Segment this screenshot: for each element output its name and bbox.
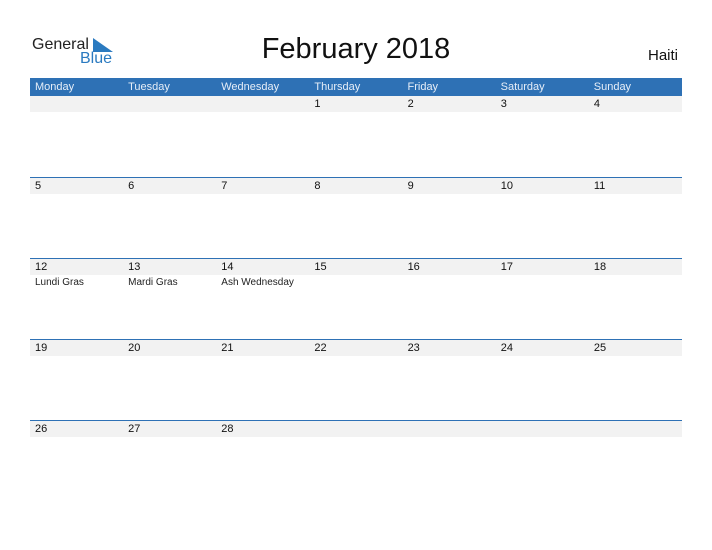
day-number: 21 [221,342,234,354]
day-number: 1 [314,98,321,110]
day-number: 26 [35,423,48,435]
calendar-week-row: 5 6 7 8 9 10 11 [30,177,682,259]
day-cell [589,421,682,502]
weekday-thursday: Thursday [314,81,361,93]
day-cell: 28 [216,421,309,502]
day-number: 13 [128,261,141,273]
day-number: 25 [593,342,607,354]
day-cell: 2 [403,96,496,177]
day-number: 28 [221,423,234,435]
day-number: 3 [500,98,507,110]
day-cell: 11 [589,178,682,259]
day-cell: 13 Mardi Gras [123,259,216,340]
day-cell: 7 [216,178,309,259]
day-number: 6 [128,180,135,192]
day-number: 19 [35,342,48,354]
weekday-sunday: Sunday [593,81,632,93]
day-number: 18 [593,261,607,273]
day-cell: 27 [123,421,216,502]
day-cell: 25 [589,340,682,421]
day-number: 22 [314,342,327,354]
day-cell: 9 [403,178,496,259]
day-number: 24 [500,342,513,354]
day-cell: 4 [589,96,682,177]
day-cell: 15 [309,259,402,340]
calendar-week-row: 19 20 21 22 23 24 25 [30,339,682,421]
weekday-header: Monday Tuesday Wednesday Thursday Friday… [30,78,682,96]
day-number: 8 [314,180,321,192]
day-number: 27 [128,423,141,435]
calendar-week-row: 26 27 28 [30,420,682,502]
holiday-event: Mardi Gras [128,277,178,288]
day-number: 9 [407,180,414,192]
day-number: 10 [500,180,513,192]
day-number: 11 [593,180,606,192]
day-number: 4 [593,98,600,110]
day-number: 16 [407,261,420,273]
weekday-wednesday: Wednesday [221,81,280,93]
day-cell [216,96,309,177]
day-cell: 3 [496,96,589,177]
day-cell [403,421,496,502]
weekday-friday: Friday [407,81,439,93]
day-number: 15 [314,261,327,273]
country-label: Haiti [647,47,678,64]
day-cell: 5 [30,178,123,259]
day-cell: 18 [589,259,682,340]
day-number: 12 [35,261,48,273]
day-number: 2 [407,98,414,110]
day-number: 5 [35,180,42,192]
day-cell: 16 [403,259,496,340]
weekday-saturday: Saturday [500,81,545,93]
holiday-event: Lundi Gras [35,277,84,288]
day-cell: 6 [123,178,216,259]
day-cell: 8 [309,178,402,259]
holiday-event: Ash Wednesday [221,277,294,288]
page-title: February 2018 [261,33,451,65]
day-cell: 20 [123,340,216,421]
weekday-monday: Monday [35,81,75,93]
day-cell: 10 [496,178,589,259]
calendar-week-row: 1 2 3 4 [30,96,682,177]
day-cell [496,421,589,502]
weekday-tuesday: Tuesday [128,81,170,93]
day-number: 23 [407,342,420,354]
day-cell [309,421,402,502]
day-cell [123,96,216,177]
day-cell: 26 [30,421,123,502]
day-cell [30,96,123,177]
day-cell: 14 Ash Wednesday [216,259,309,340]
day-cell: 21 [216,340,309,421]
day-number: 7 [221,180,228,192]
day-cell: 19 [30,340,123,421]
day-number: 14 [221,261,234,273]
day-number: 20 [128,342,141,354]
day-cell: 23 [403,340,496,421]
day-cell: 1 [309,96,402,177]
day-cell: 12 Lundi Gras [30,259,123,340]
day-cell: 22 [309,340,402,421]
day-cell: 24 [496,340,589,421]
day-cell: 17 [496,259,589,340]
day-number: 17 [500,261,513,273]
calendar-week-row: 12 Lundi Gras 13 Mardi Gras 14 Ash Wednesday 1… [30,258,682,340]
